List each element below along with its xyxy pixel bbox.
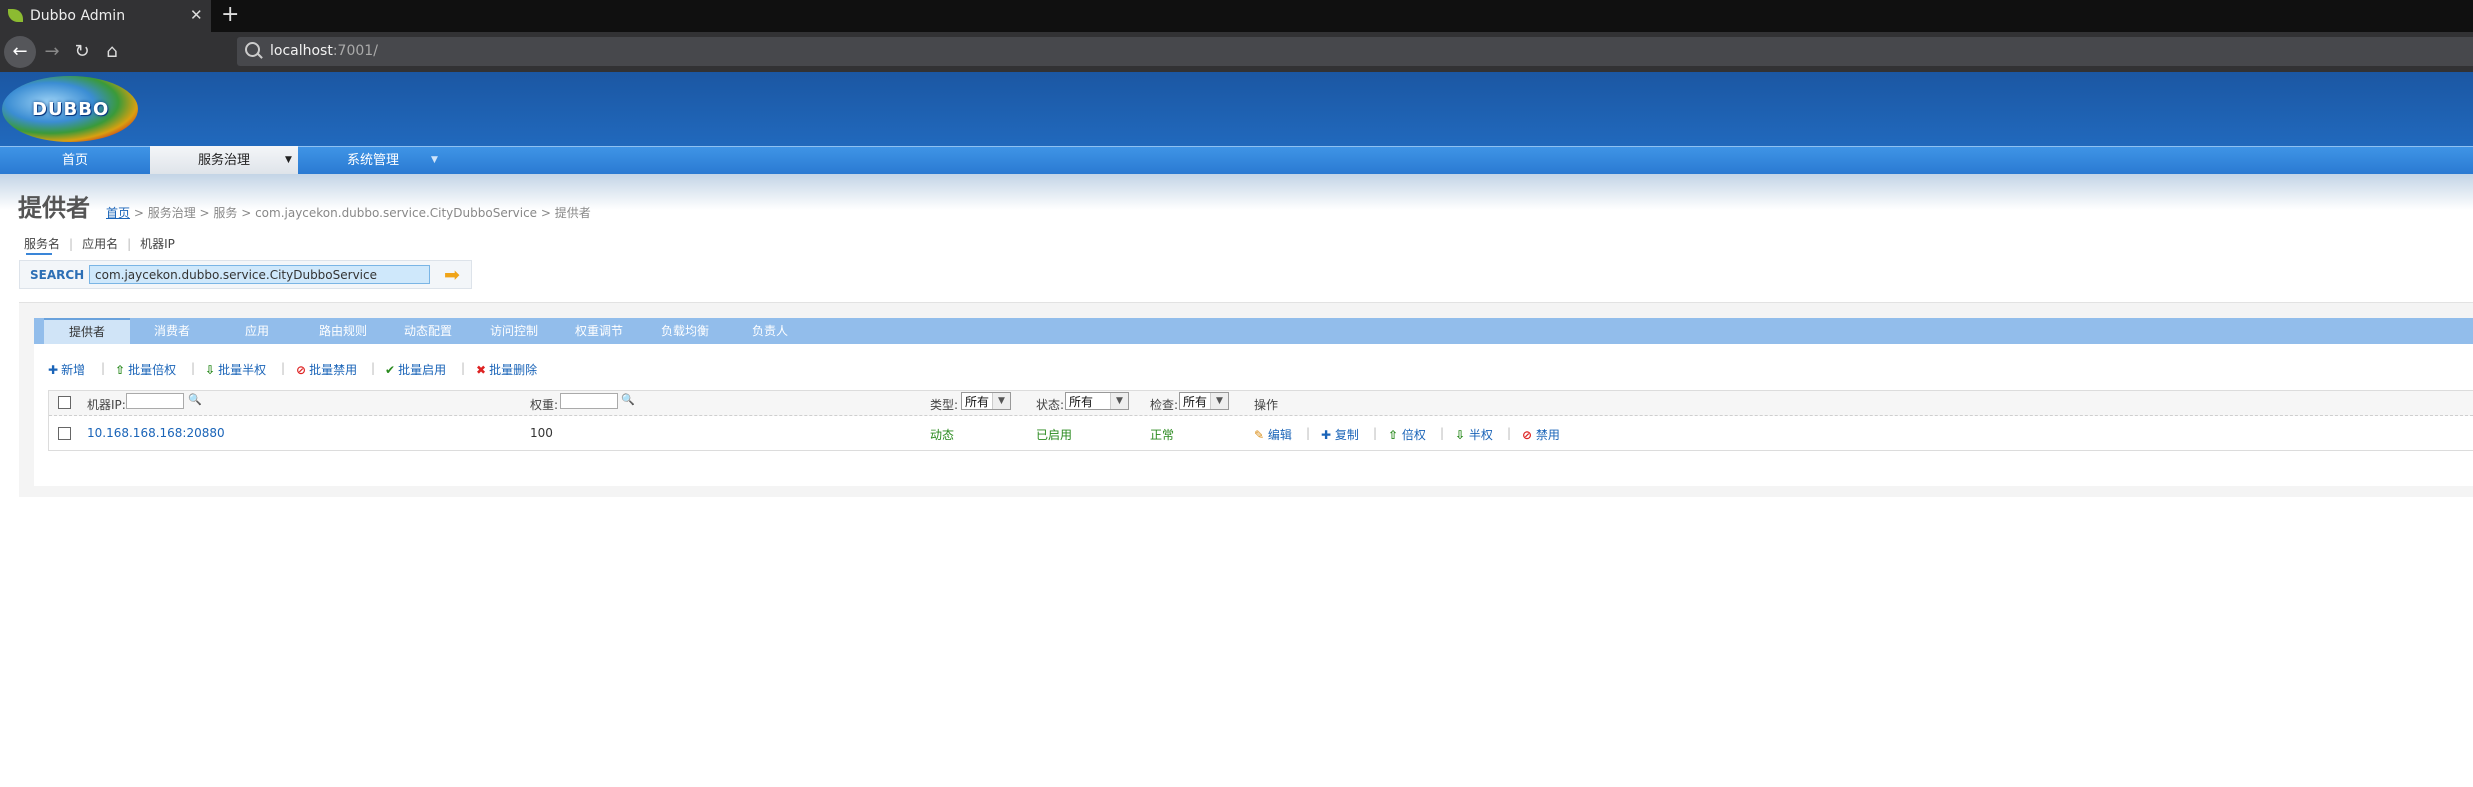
add-button[interactable]: ✚ 新增: [48, 361, 85, 378]
weight-header: 权重:: [530, 398, 559, 412]
forbidden-icon: ⊘: [296, 363, 307, 377]
tab-applications[interactable]: 应用: [214, 318, 300, 344]
search-icon[interactable]: 🔍: [621, 393, 635, 406]
search-icon: [245, 42, 260, 57]
tab-access[interactable]: 访问控制: [471, 318, 557, 344]
provider-weight: 100: [530, 426, 553, 440]
chevron-down-icon: ▼: [992, 393, 1010, 409]
menu-item-system-management[interactable]: 系统管理 ▼: [298, 146, 448, 174]
provider-check: 正常: [1150, 428, 1175, 442]
search-tab-service[interactable]: 服务名: [24, 237, 60, 251]
forbidden-icon: ⊘: [1522, 428, 1533, 442]
breadcrumb-path: > 服务治理 > 服务 > com.jaycekon.dubbo.service…: [130, 206, 591, 220]
batch-double-weight-button[interactable]: ⇧ 批量倍权: [115, 361, 176, 378]
new-tab-icon[interactable]: +: [221, 2, 239, 27]
page-title: 提供者: [18, 194, 90, 222]
tab-routes[interactable]: 路由规则: [300, 318, 386, 344]
search-go-arrow-icon[interactable]: ➡: [444, 264, 460, 286]
half-weight-button[interactable]: ⇩ 半权: [1455, 426, 1493, 443]
arrow-up-icon: ⇧: [1388, 428, 1399, 442]
close-icon[interactable]: ✕: [190, 6, 203, 24]
row-checkbox[interactable]: [58, 427, 71, 440]
disable-button[interactable]: ⊘ 禁用: [1522, 426, 1560, 443]
batch-enable-button[interactable]: ✔ 批量启用: [385, 361, 446, 378]
provider-type: 动态: [930, 428, 955, 442]
forward-arrow-icon[interactable]: →: [40, 37, 64, 67]
spring-leaf-icon: [8, 9, 23, 22]
arrow-down-icon: ⇩: [1455, 428, 1466, 442]
type-select[interactable]: 所有 ▼: [961, 392, 1011, 410]
edit-button[interactable]: ✎ 编辑: [1254, 426, 1292, 443]
tab-consumers[interactable]: 消费者: [129, 318, 215, 344]
dubbo-logo[interactable]: DUBBO: [2, 76, 138, 142]
search-tab-application[interactable]: 应用名: [82, 237, 118, 251]
menu-item-home[interactable]: 首页: [0, 146, 150, 174]
search-icon[interactable]: 🔍: [188, 393, 202, 406]
logo-text: DUBBO: [32, 99, 110, 120]
provider-status: 已启用: [1036, 428, 1073, 442]
active-tab-indicator: [26, 253, 52, 255]
search-label: SEARCH: [30, 268, 85, 282]
chevron-down-icon: ▼: [1210, 393, 1228, 409]
ip-header: 机器IP:: [87, 398, 126, 412]
batch-delete-button[interactable]: ✖ 批量删除: [476, 361, 537, 378]
dropdown-arrow-icon: ▼: [431, 155, 438, 165]
status-header: 状态:: [1036, 398, 1065, 412]
check-icon: ✔: [385, 363, 396, 377]
home-icon[interactable]: ⌂: [100, 37, 124, 67]
ip-filter-input[interactable]: [126, 393, 184, 409]
weight-filter-input[interactable]: [560, 393, 618, 409]
tab-loadbalance[interactable]: 负载均衡: [642, 318, 728, 344]
provider-ip-link[interactable]: 10.168.168.168:20880: [87, 426, 225, 440]
arrow-down-icon: ⇩: [205, 363, 216, 377]
tab-weights[interactable]: 权重调节: [556, 318, 642, 344]
pencil-icon: ✎: [1254, 428, 1265, 442]
tab-overrides[interactable]: 动态配置: [385, 318, 471, 344]
search-tab-ip[interactable]: 机器IP: [140, 237, 175, 251]
double-weight-button[interactable]: ⇧ 倍权: [1388, 426, 1426, 443]
status-select[interactable]: 所有 ▼: [1065, 392, 1129, 410]
browser-tab-title: Dubbo Admin: [30, 8, 126, 24]
url-host: localhost: [270, 43, 333, 59]
arrow-up-icon: ⇧: [115, 363, 126, 377]
browser-tab-bar: [0, 0, 2473, 32]
type-header: 类型:: [930, 398, 959, 412]
batch-half-weight-button[interactable]: ⇩ 批量半权: [205, 361, 266, 378]
plus-icon: ✚: [1321, 428, 1332, 442]
chevron-down-icon: ▼: [1110, 393, 1128, 409]
search-type-tabs: 服务名 | 应用名 | 机器IP: [24, 235, 175, 255]
back-arrow-icon[interactable]: ←: [4, 36, 36, 68]
breadcrumb: 首页 > 服务治理 > 服务 > com.jaycekon.dubbo.serv…: [106, 204, 591, 221]
browser-tab[interactable]: Dubbo Admin ✕: [0, 0, 211, 32]
reload-icon[interactable]: ↻: [70, 37, 94, 67]
check-select[interactable]: 所有 ▼: [1179, 392, 1229, 410]
dropdown-arrow-icon: ▼: [285, 155, 292, 165]
app-header: [0, 72, 2473, 146]
batch-disable-button[interactable]: ⊘ 批量禁用: [296, 361, 357, 378]
address-bar[interactable]: localhost:7001/: [237, 37, 2473, 66]
search-box: SEARCH ➡: [19, 260, 472, 289]
menu-item-service-governance[interactable]: 服务治理 ▼: [150, 146, 298, 174]
plus-icon: ✚: [48, 363, 59, 377]
operations-header: 操作: [1254, 398, 1279, 412]
copy-button[interactable]: ✚ 复制: [1321, 426, 1359, 443]
breadcrumb-home-link[interactable]: 首页: [106, 206, 130, 220]
select-all-checkbox[interactable]: [58, 396, 71, 409]
url-port: :7001/: [332, 43, 378, 59]
tab-owners[interactable]: 负责人: [727, 318, 813, 344]
check-header: 检查:: [1150, 398, 1179, 412]
search-input[interactable]: [89, 265, 430, 284]
x-icon: ✖: [476, 363, 487, 377]
tab-providers[interactable]: 提供者: [44, 318, 130, 344]
